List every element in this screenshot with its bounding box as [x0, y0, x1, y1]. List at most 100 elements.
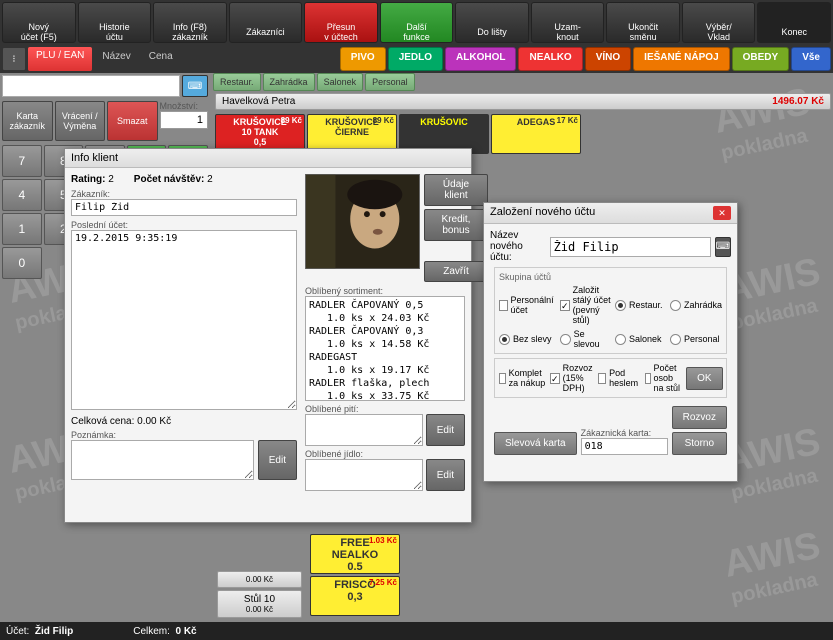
room-zahrádka[interactable]: Zahrádka [263, 73, 315, 91]
zak-karta-input[interactable] [581, 438, 668, 455]
room-personal[interactable]: Personal [365, 73, 415, 91]
posledni-text[interactable]: 19.2.2015 9:35:19 [71, 230, 297, 410]
topbtn-dal[interactable]: Další funkce [380, 2, 454, 43]
edit-jidlo-button[interactable]: Edit [426, 459, 465, 491]
subtoolbar: ⁝ PLU / EAN Název Cena PIVOJEDLOALKOHOLN… [0, 45, 833, 73]
product-tile[interactable]: 7.25 KčFRISCO 0,3 [310, 576, 400, 616]
watermark: AWISpokladna [720, 525, 829, 610]
rad-seslevou[interactable]: Se slevou [560, 329, 611, 349]
topbtn-uzam[interactable]: Uzam- knout [531, 2, 605, 43]
celkova-value: 0.00 Kč [137, 416, 171, 427]
celkem-value: 0 Kč [175, 626, 196, 637]
waitress-name: Havelková Petra [222, 96, 295, 107]
qty-input[interactable] [160, 111, 209, 129]
plu-input[interactable] [2, 75, 180, 97]
rating-value: 2 [108, 174, 114, 185]
status-bar: Účet: Žid Filip Celkem: 0 Kč [0, 622, 833, 640]
zak-karta-label: Zákaznická karta: [581, 428, 668, 438]
cat-pivo[interactable]: PIVO [340, 47, 386, 71]
rad-restaur[interactable]: Restaur. [615, 285, 666, 325]
cat-alkohol[interactable]: ALKOHOL [445, 47, 516, 71]
waitress-bar[interactable]: Havelková Petra 1496.07 Kč [215, 93, 831, 110]
room-salonek[interactable]: Salonek [317, 73, 364, 91]
waitress-amount: 1496.07 Kč [772, 96, 824, 107]
posledni-label: Poslední účet: [71, 220, 297, 230]
celkova-label: Celková cena: [71, 416, 134, 427]
close-icon[interactable]: ✕ [713, 206, 731, 220]
ok-button[interactable]: OK [686, 367, 722, 390]
table-button[interactable]: Stůl 100.00 Kč [217, 590, 302, 618]
zakaznik-input[interactable] [71, 199, 297, 216]
bottom-tiles: 1.03 KčFREE NEALKO 0.57.25 KčFRISCO 0,3 [310, 534, 400, 618]
acc-name-input[interactable] [550, 237, 711, 257]
kredit-bonus-button[interactable]: Kredit, bonus [424, 209, 488, 241]
smazat-button[interactable]: Smazat [107, 101, 158, 141]
obl-piti-text[interactable] [305, 414, 423, 446]
cat-obedy[interactable]: OBEDY [732, 47, 790, 71]
topbtn-infof[interactable]: Info (F8) zákazník [153, 2, 227, 43]
room-restaur.[interactable]: Restaur. [213, 73, 261, 91]
obl-jidlo-text[interactable] [305, 459, 423, 491]
topbtn-pesun[interactable]: Přesun v účtech [304, 2, 378, 43]
chk-staly[interactable]: Založit stálý účet (pevný stůl) [560, 285, 611, 325]
nazev-tab[interactable]: Název [94, 47, 138, 71]
poznamka-label: Poznámka: [71, 430, 297, 440]
cena-tab[interactable]: Cena [141, 47, 181, 71]
ucet-label: Účet: [6, 626, 29, 637]
visits-value: 2 [207, 174, 213, 185]
edit-poznamka-button[interactable]: Edit [258, 440, 297, 480]
rad-zahradka[interactable]: Zahrádka [670, 285, 722, 325]
chk-pocet[interactable]: Počet osob na stůl [645, 363, 682, 393]
main-area: Restaur.ZahrádkaSalonekPersonal Havelkov… [213, 73, 833, 156]
product-tile[interactable]: 1.03 KčFREE NEALKO 0.5 [310, 534, 400, 574]
rad-personal[interactable]: Personal [670, 329, 722, 349]
zavrit-button[interactable]: Zavřít [424, 261, 488, 282]
topbtn-konec[interactable]: Konec [757, 2, 831, 43]
numpad-1[interactable]: 1 [2, 213, 42, 245]
qty-label: Množství: [160, 101, 209, 111]
name-label: Název nového účtu: [490, 230, 546, 263]
dialog-title: Založení nového účtu ✕ [484, 203, 737, 224]
chk-komplet[interactable]: Komplet za nákup [499, 368, 546, 388]
visits-label: Počet návštěv: [134, 174, 205, 185]
keyboard-icon[interactable]: ⌨ [715, 237, 731, 257]
keyboard-button[interactable]: ⌨ [182, 75, 208, 97]
zakaznik-label: Zákazník: [71, 189, 297, 199]
rad-bezslevy[interactable]: Bez slevy [499, 329, 556, 349]
obl-sort-list[interactable]: RADLER ČAPOVANÝ 0,5 1.0 ks x 24.03 Kč 24… [305, 296, 465, 401]
numpad-4[interactable]: 4 [2, 179, 42, 211]
storno-button[interactable]: Storno [672, 432, 727, 455]
edit-piti-button[interactable]: Edit [426, 414, 465, 446]
table-button[interactable]: 0.00 Kč [217, 571, 302, 588]
topbtn-nov[interactable]: Nový účet (F5) [2, 2, 76, 43]
numpad-0[interactable]: 0 [2, 247, 42, 279]
chk-personalni[interactable]: Personální účet [499, 285, 556, 325]
rad-salonek[interactable]: Salonek [615, 329, 666, 349]
dialog-title: Info klient [65, 149, 471, 168]
cat-nealko[interactable]: NEALKO [518, 47, 582, 71]
topbtn-ukonit[interactable]: Ukončit směnu [606, 2, 680, 43]
obl-sort-label: Oblíbený sortiment: [305, 286, 465, 296]
topbtn-dolity[interactable]: Do lišty [455, 2, 529, 43]
cat-víno[interactable]: VÍNO [585, 47, 631, 71]
udaje-klient-button[interactable]: Údaje klient [424, 174, 488, 206]
numpad-7[interactable]: 7 [2, 145, 42, 177]
plu-ean-tab[interactable]: PLU / EAN [28, 47, 92, 71]
rozvoz-button[interactable]: Rozvoz [672, 406, 727, 429]
topbtn-vbr[interactable]: Výběr/ Vklad [682, 2, 756, 43]
ucet-value: Žid Filip [35, 626, 73, 637]
product-tile[interactable]: 17 KčADEGAS [491, 114, 581, 154]
rating-label: Rating: [71, 174, 105, 185]
chk-pod[interactable]: Pod heslem [598, 368, 641, 388]
topbtn-historie[interactable]: Historie účtu [78, 2, 152, 43]
cat-iešané nápoj[interactable]: IEŠANÉ NÁPOJ [633, 47, 729, 71]
chk-rozvoz[interactable]: Rozvoz (15% DPH) [550, 363, 594, 393]
slevova-karta-button[interactable]: Slevová karta [494, 432, 577, 455]
topbtn-zkaznci[interactable]: Zákazníci [229, 2, 303, 43]
expand-button[interactable]: ⁝ [2, 47, 26, 71]
cat-vše[interactable]: Vše [791, 47, 831, 71]
cat-jedlo[interactable]: JEDLO [388, 47, 443, 71]
karta-zakaznik-button[interactable]: Karta zákazník [2, 101, 53, 141]
vraceni-button[interactable]: Vrácení / Výměna [55, 101, 106, 141]
poznamka-text[interactable] [71, 440, 254, 480]
